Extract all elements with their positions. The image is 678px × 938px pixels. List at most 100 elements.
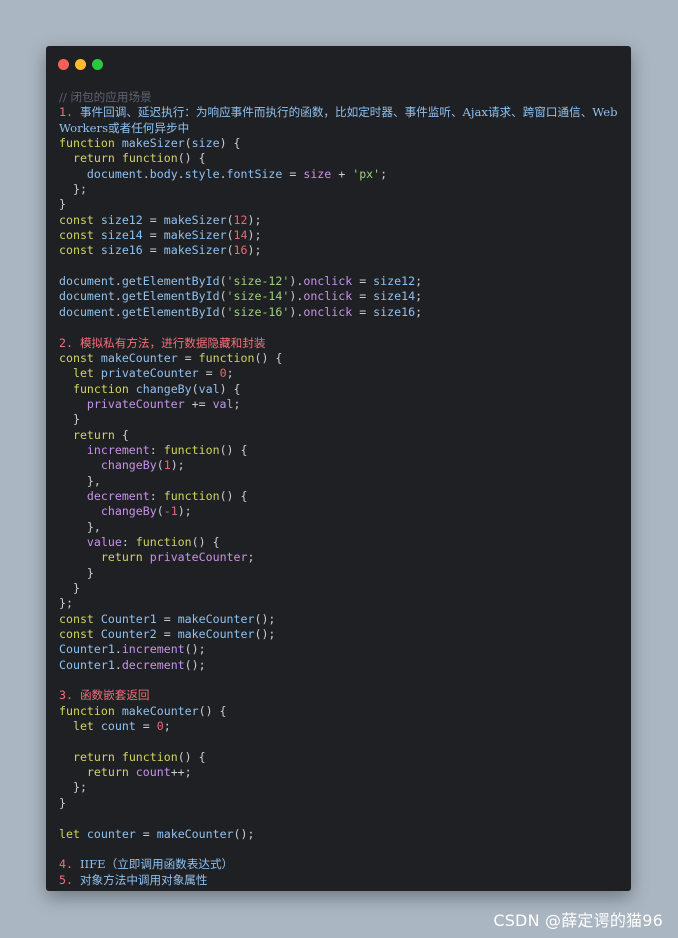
code-token: (	[226, 243, 234, 258]
code-token: makeSizer	[121, 136, 185, 151]
code-token: let	[59, 826, 87, 841]
code-token: privateCounter	[100, 366, 199, 381]
code-token: counter	[86, 826, 136, 841]
code-token: =	[135, 826, 157, 841]
code-token: }	[59, 565, 94, 580]
code-line: return function() {	[59, 750, 623, 765]
code-token: };	[59, 780, 87, 795]
code-token: 'size-16'	[226, 304, 290, 319]
code-token: size16	[100, 243, 143, 258]
code-token: }	[59, 412, 80, 427]
code-line: const size12 = makeSizer(12);	[59, 213, 623, 228]
code-line: Counter1.increment();	[59, 642, 623, 657]
code-token: () {	[254, 350, 283, 365]
code-token: :	[121, 534, 136, 549]
code-line: const Counter2 = makeCounter();	[59, 627, 623, 642]
code-token: let	[72, 366, 101, 381]
code-token: function	[72, 381, 136, 396]
code-token: ;	[415, 304, 423, 319]
code-token: ();	[184, 657, 206, 672]
maximize-light-icon[interactable]	[92, 59, 103, 70]
code-token: .	[114, 657, 122, 672]
code-line: return privateCounter;	[59, 550, 623, 565]
code-token: 'px'	[352, 166, 381, 181]
code-token: function	[135, 534, 192, 549]
code-token: () {	[198, 703, 227, 718]
code-token: (	[219, 274, 227, 289]
code-token: return	[72, 749, 122, 764]
code-token: makeSizer	[163, 212, 227, 227]
code-token: makeCounter	[100, 350, 178, 365]
code-token: ;	[233, 396, 241, 411]
code-token: function	[121, 749, 178, 764]
code-token: fontSize	[226, 166, 283, 181]
code-token: );	[247, 228, 262, 243]
code-token: Counter2	[100, 627, 157, 642]
code-token: (	[156, 504, 164, 519]
code-token: );	[177, 504, 192, 519]
code-token: :	[149, 442, 164, 457]
code-token: ).	[289, 289, 304, 304]
code-token: (	[226, 212, 234, 227]
code-token: function	[198, 350, 255, 365]
code-token: +=	[184, 396, 213, 411]
code-token: ++;	[170, 765, 192, 780]
code-token: changeBy	[100, 504, 157, 519]
code-token: size12	[373, 274, 416, 289]
code-token: 5.	[59, 872, 80, 887]
code-token: 16	[233, 243, 248, 258]
close-light-icon[interactable]	[58, 59, 69, 70]
code-token: .	[114, 289, 122, 304]
code-token: makeSizer	[163, 228, 227, 243]
code-token: );	[170, 458, 185, 473]
code-token: size16	[373, 304, 416, 319]
code-line: }	[59, 796, 623, 811]
code-token: ;	[380, 166, 388, 181]
code-token: ).	[289, 274, 304, 289]
code-line: document.getElementById('size-16').oncli…	[59, 305, 623, 320]
code-token: body	[149, 166, 178, 181]
code-line: return count++;	[59, 765, 623, 780]
code-token: Counter1	[59, 657, 115, 672]
code-token: },	[59, 519, 101, 534]
code-line: decrement: function() {	[59, 489, 623, 504]
minimize-light-icon[interactable]	[75, 59, 86, 70]
code-token: .	[114, 274, 122, 289]
code-line: changeBy(-1);	[59, 504, 623, 519]
code-token: .	[114, 642, 122, 657]
code-token: 0	[219, 366, 227, 381]
code-token: Counter1	[59, 642, 115, 657]
code-token: function	[163, 488, 220, 503]
code-token: =	[142, 228, 164, 243]
code-token: count	[100, 719, 136, 734]
code-line: function makeSizer(size) {	[59, 136, 623, 151]
code-token: makeCounter	[177, 627, 255, 642]
code-token: val	[198, 381, 220, 396]
code-token: };	[59, 182, 87, 197]
code-token: (	[156, 458, 164, 473]
code-token: // 闭包的应用场景	[59, 90, 152, 104]
code-line: document.getElementById('size-14').oncli…	[59, 289, 623, 304]
code-token: return	[72, 427, 122, 442]
code-block: // 闭包的应用场景 1. 事件回调、延迟执行：为响应事件而执行的函数，比如定时器…	[59, 90, 623, 888]
code-token: 4.	[59, 857, 80, 872]
code-line: 2. 模拟私有方法，进行数据隐藏和封装	[59, 336, 623, 351]
code-token: }	[59, 197, 66, 212]
code-token: 3.	[59, 688, 80, 703]
code-token: :	[149, 488, 164, 503]
code-line: const Counter1 = makeCounter();	[59, 612, 623, 627]
code-token: Counter1	[100, 611, 157, 626]
code-token: ();	[233, 826, 255, 841]
code-token: style	[184, 166, 220, 181]
code-token: =	[142, 243, 164, 258]
window-controls	[58, 59, 103, 70]
code-token: size14	[100, 228, 143, 243]
